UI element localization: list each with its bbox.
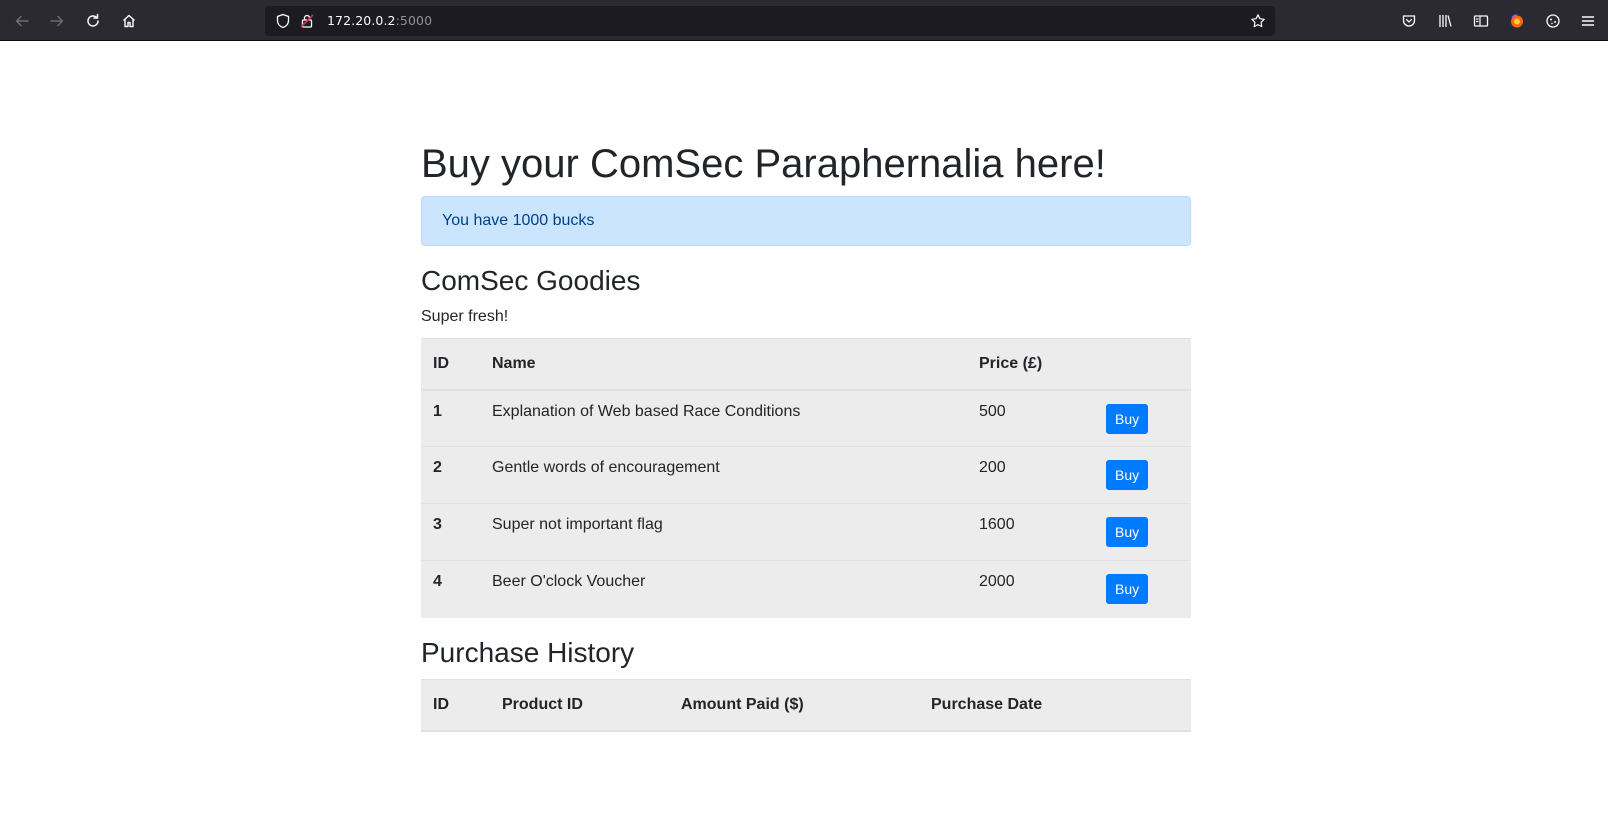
row-price: 200 xyxy=(967,446,1094,504)
row-action: Buy xyxy=(1094,389,1191,447)
row-name: Beer O'clock Voucher xyxy=(480,560,967,618)
table-row: 1 Explanation of Web based Race Conditio… xyxy=(421,389,1191,447)
column-header-product-id: Product ID xyxy=(490,679,669,733)
forward-arrow-icon[interactable] xyxy=(44,8,70,34)
browser-toolbar: 172.20.0.2:5000 xyxy=(0,0,1608,41)
column-header-price: Price (£) xyxy=(967,337,1094,391)
row-id: 2 xyxy=(421,446,480,504)
table-row: 2 Gentle words of encouragement 200 Buy xyxy=(421,446,1191,504)
page-title: Buy your ComSec Paraphernalia here! xyxy=(421,142,1106,186)
table-row: 4 Beer O'clock Voucher 2000 Buy xyxy=(421,560,1191,618)
home-icon[interactable] xyxy=(116,8,142,34)
insecure-lock-icon[interactable] xyxy=(299,13,315,29)
row-price: 2000 xyxy=(967,560,1094,618)
row-action: Buy xyxy=(1094,446,1191,504)
column-header-action xyxy=(1094,337,1191,391)
url-bar[interactable]: 172.20.0.2:5000 xyxy=(265,6,1275,36)
goodies-header-row: ID Name Price (£) xyxy=(421,337,1191,391)
bookmark-star-icon[interactable] xyxy=(1250,13,1266,29)
history-title: Purchase History xyxy=(421,636,635,668)
goodies-table: ID Name Price (£) 1 Explanation of Web b… xyxy=(421,337,1191,618)
row-action: Buy xyxy=(1094,560,1191,618)
goodies-title: ComSec Goodies xyxy=(421,265,641,296)
buy-button[interactable]: Buy xyxy=(1106,460,1149,491)
firefox-account-icon[interactable] xyxy=(1504,8,1530,34)
row-action: Buy xyxy=(1094,503,1191,561)
back-arrow-icon[interactable] xyxy=(9,8,35,34)
history-header-row: ID Product ID Amount Paid ($) Purchase D… xyxy=(421,679,1191,733)
column-header-amount-paid: Amount Paid ($) xyxy=(669,679,919,733)
column-header-id: ID xyxy=(421,679,490,733)
library-icon[interactable] xyxy=(1432,8,1458,34)
shield-icon[interactable] xyxy=(275,13,291,29)
buy-button[interactable]: Buy xyxy=(1106,403,1149,434)
sidebar-icon[interactable] xyxy=(1468,8,1494,34)
menu-icon[interactable] xyxy=(1575,8,1601,34)
column-header-name: Name xyxy=(480,337,967,391)
cookie-extension-icon[interactable] xyxy=(1540,8,1566,34)
row-name: Gentle words of encouragement xyxy=(480,446,967,504)
goodies-subtitle: Super fresh! xyxy=(421,307,509,325)
row-id: 1 xyxy=(421,389,480,447)
row-price: 500 xyxy=(967,389,1094,447)
row-name: Explanation of Web based Race Conditions xyxy=(480,389,967,447)
main-container: Buy your ComSec Paraphernalia here! You … xyxy=(421,140,1191,733)
row-id: 4 xyxy=(421,560,480,618)
balance-alert: You have 1000 bucks xyxy=(421,196,1191,246)
url-host: 172.20.0.2 xyxy=(327,13,396,28)
url-port: :5000 xyxy=(395,13,433,28)
column-header-purchase-date: Purchase Date xyxy=(919,679,1191,733)
pocket-icon[interactable] xyxy=(1396,8,1422,34)
column-header-id: ID xyxy=(421,337,480,391)
row-price: 1600 xyxy=(967,503,1094,561)
url-text[interactable]: 172.20.0.2:5000 xyxy=(327,13,432,28)
row-id: 3 xyxy=(421,503,480,561)
buy-button[interactable]: Buy xyxy=(1106,517,1149,548)
buy-button[interactable]: Buy xyxy=(1106,574,1149,605)
purchase-history-table: ID Product ID Amount Paid ($) Purchase D… xyxy=(421,679,1191,733)
row-name: Super not important flag xyxy=(480,503,967,561)
reload-icon[interactable] xyxy=(80,8,106,34)
table-row: 3 Super not important flag 1600 Buy xyxy=(421,503,1191,561)
